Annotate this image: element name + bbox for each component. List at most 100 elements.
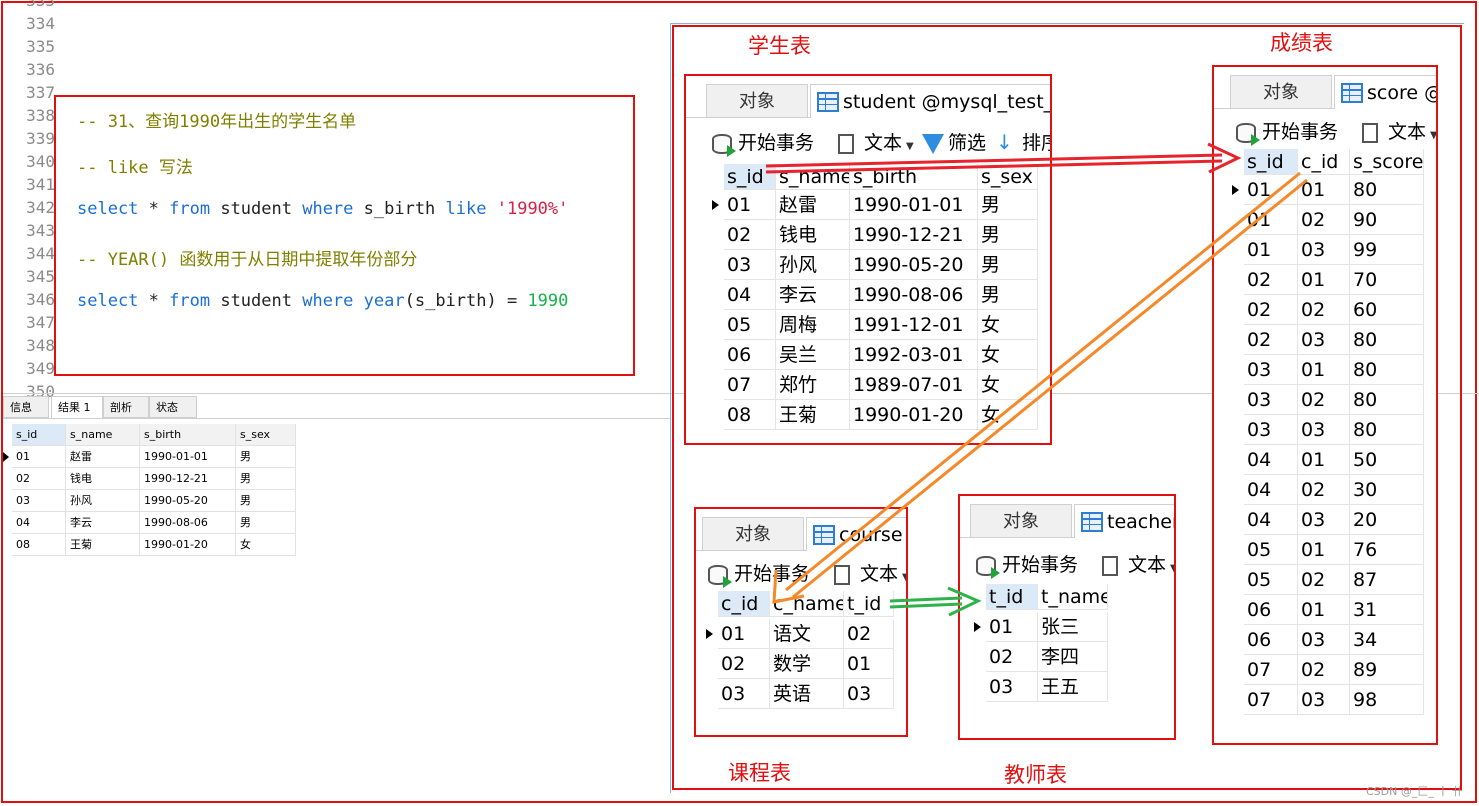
table-cell[interactable]: 英语: [770, 679, 844, 709]
table-cell[interactable]: 07: [724, 370, 776, 400]
column-header[interactable]: t_id: [986, 584, 1038, 610]
column-header[interactable]: s_score: [1350, 149, 1424, 175]
table-cell[interactable]: 女: [978, 370, 1038, 400]
table-cell[interactable]: 01: [718, 619, 770, 649]
table-cell[interactable]: 01: [724, 190, 776, 220]
table-cell[interactable]: 02: [1244, 325, 1298, 355]
table-cell[interactable]: 03: [718, 679, 770, 709]
table-cell[interactable]: 01: [1298, 355, 1350, 385]
tab-teacher-table[interactable]: teacher: [1074, 504, 1174, 538]
result-cell[interactable]: 孙风: [66, 490, 140, 512]
column-header[interactable]: s_name: [776, 164, 850, 190]
table-cell[interactable]: 钱电: [776, 220, 850, 250]
result-cell[interactable]: 男: [236, 512, 296, 534]
table-cell[interactable]: 王菊: [776, 400, 850, 430]
result-cell[interactable]: 1990-12-21: [140, 468, 236, 490]
tab-objects[interactable]: 对象: [1230, 75, 1332, 109]
table-cell[interactable]: 07: [1244, 655, 1298, 685]
column-header[interactable]: c_id: [718, 591, 770, 617]
table-cell[interactable]: 李云: [776, 280, 850, 310]
table-cell[interactable]: 02: [844, 619, 894, 649]
table-cell[interactable]: 02: [1298, 475, 1350, 505]
tab-status[interactable]: 状态: [149, 396, 197, 418]
result-cell[interactable]: 男: [236, 446, 296, 468]
begin-transaction-button[interactable]: 开始事务: [706, 557, 810, 591]
text-button[interactable]: 文本▼: [832, 557, 906, 591]
table-cell[interactable]: 76: [1350, 535, 1424, 565]
result-cell[interactable]: 女: [236, 534, 296, 556]
result-cell[interactable]: 1990-05-20: [140, 490, 236, 512]
table-cell[interactable]: 赵雷: [776, 190, 850, 220]
result-cell[interactable]: 男: [236, 490, 296, 512]
table-cell[interactable]: 60: [1350, 295, 1424, 325]
table-cell[interactable]: 05: [724, 310, 776, 340]
column-header[interactable]: s_id: [1244, 149, 1298, 175]
table-cell[interactable]: 04: [724, 280, 776, 310]
table-cell[interactable]: 80: [1350, 385, 1424, 415]
table-cell[interactable]: 08: [724, 400, 776, 430]
result-cell[interactable]: 04: [12, 512, 66, 534]
table-cell[interactable]: 周梅: [776, 310, 850, 340]
table-cell[interactable]: 女: [978, 340, 1038, 370]
table-cell[interactable]: 1990-01-20: [850, 400, 978, 430]
table-cell[interactable]: 02: [1298, 385, 1350, 415]
table-cell[interactable]: 男: [978, 250, 1038, 280]
table-cell[interactable]: 89: [1350, 655, 1424, 685]
text-button[interactable]: 文本▼: [836, 126, 914, 160]
table-cell[interactable]: 03: [1244, 385, 1298, 415]
table-cell[interactable]: 1990-01-01: [850, 190, 978, 220]
table-cell[interactable]: 1989-07-01: [850, 370, 978, 400]
table-cell[interactable]: 98: [1350, 685, 1424, 715]
result-column-header[interactable]: s_birth: [140, 424, 236, 446]
table-cell[interactable]: 郑竹: [776, 370, 850, 400]
column-header[interactable]: t_name: [1038, 584, 1108, 610]
table-cell[interactable]: 张三: [1038, 612, 1108, 642]
table-cell[interactable]: 语文: [770, 619, 844, 649]
table-cell[interactable]: 1990-05-20: [850, 250, 978, 280]
table-cell[interactable]: 1990-12-21: [850, 220, 978, 250]
tab-student-table[interactable]: student @mysql_test_2023: [810, 84, 1050, 118]
tab-objects[interactable]: 对象: [970, 504, 1072, 538]
table-cell[interactable]: 男: [978, 190, 1038, 220]
table-cell[interactable]: 80: [1350, 355, 1424, 385]
table-cell[interactable]: 20: [1350, 505, 1424, 535]
table-cell[interactable]: 02: [1298, 655, 1350, 685]
table-cell[interactable]: 03: [1298, 415, 1350, 445]
column-header[interactable]: s_id: [724, 164, 776, 190]
text-button[interactable]: 文本▼: [1360, 115, 1436, 149]
table-cell[interactable]: 05: [1244, 565, 1298, 595]
tab-objects[interactable]: 对象: [702, 517, 804, 551]
filter-button[interactable]: 筛选: [920, 126, 986, 160]
table-cell[interactable]: 03: [1244, 415, 1298, 445]
result-cell[interactable]: 赵雷: [66, 446, 140, 468]
table-cell[interactable]: 04: [1244, 505, 1298, 535]
table-cell[interactable]: 02: [986, 642, 1038, 672]
result-cell[interactable]: 王菊: [66, 534, 140, 556]
column-header[interactable]: c_id: [1298, 149, 1350, 175]
begin-transaction-button[interactable]: 开始事务: [974, 548, 1078, 582]
table-cell[interactable]: 01: [844, 649, 894, 679]
table-cell[interactable]: 02: [1244, 295, 1298, 325]
result-cell[interactable]: 1990-08-06: [140, 512, 236, 534]
column-header[interactable]: c_name: [770, 591, 844, 617]
table-cell[interactable]: 01: [1298, 535, 1350, 565]
table-cell[interactable]: 数学: [770, 649, 844, 679]
table-cell[interactable]: 03: [1298, 325, 1350, 355]
result-cell[interactable]: 08: [12, 534, 66, 556]
table-cell[interactable]: 70: [1350, 265, 1424, 295]
table-cell[interactable]: 01: [1298, 445, 1350, 475]
table-cell[interactable]: 90: [1350, 205, 1424, 235]
table-cell[interactable]: 01: [1244, 235, 1298, 265]
result-cell[interactable]: 钱电: [66, 468, 140, 490]
table-cell[interactable]: 03: [1298, 685, 1350, 715]
result-column-header[interactable]: s_name: [66, 424, 140, 446]
column-header[interactable]: t_id: [844, 591, 894, 617]
table-cell[interactable]: 01: [1244, 205, 1298, 235]
begin-transaction-button[interactable]: 开始事务: [1234, 115, 1338, 149]
result-cell[interactable]: 李云: [66, 512, 140, 534]
table-cell[interactable]: 03: [724, 250, 776, 280]
table-cell[interactable]: 男: [978, 220, 1038, 250]
table-cell[interactable]: 03: [1298, 235, 1350, 265]
tab-objects[interactable]: 对象: [706, 84, 808, 118]
table-cell[interactable]: 吴兰: [776, 340, 850, 370]
